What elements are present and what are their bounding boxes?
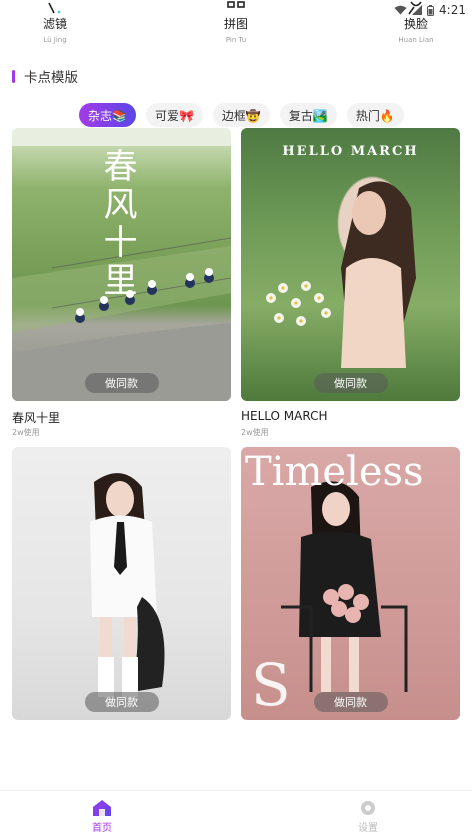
- puzzle-pinyin: Pin Tu: [225, 36, 247, 44]
- puzzle-tool[interactable]: 拼图 Pin Tu: [196, 0, 276, 45]
- filter-icon: [15, 0, 95, 14]
- clock: 4:21: [439, 3, 466, 17]
- section-header: 卡点模版: [12, 67, 78, 86]
- filter-label: 滤镜: [42, 17, 67, 31]
- filter-tool[interactable]: 滤镜 Lü Jing: [15, 0, 95, 45]
- template-thumbnail[interactable]: 春风十里 做同款: [12, 128, 231, 401]
- card-title: 春风十里: [12, 411, 61, 425]
- tab-hot[interactable]: 热门🔥: [346, 103, 404, 127]
- face-swap-pinyin: Huan Lian: [398, 36, 434, 44]
- nav-home[interactable]: 首页: [72, 799, 132, 834]
- tab-magazine[interactable]: 杂志📚: [79, 103, 136, 127]
- home-icon: [93, 800, 111, 816]
- make-same-button[interactable]: 做同款: [313, 692, 388, 712]
- nav-home-label: 首页: [92, 823, 112, 834]
- nav-settings[interactable]: 设置: [338, 799, 398, 834]
- template-thumbnail[interactable]: 做同款: [12, 447, 231, 720]
- template-thumbnail[interactable]: S Timeless 做同款: [241, 447, 460, 720]
- puzzle-icon: [196, 0, 276, 14]
- card-overlay-title: Timeless: [245, 449, 424, 495]
- category-tabs: 杂志📚 可爱🎀 边框🤠 复古🏞️ 热门🔥: [79, 103, 404, 127]
- card-title: HELLO MARCH: [241, 409, 328, 423]
- card-uses: 2w使用: [12, 428, 40, 437]
- filter-pinyin: Lü Jing: [43, 36, 67, 44]
- tab-retro[interactable]: 复古🏞️: [279, 103, 337, 127]
- puzzle-label: 拼图: [223, 17, 248, 31]
- tool-bar: 滤镜 Lü Jing 拼图 Pin Tu 换脸 Huan Lian 4:21: [0, 0, 472, 52]
- make-same-button[interactable]: 做同款: [84, 692, 159, 712]
- nav-settings-label: 设置: [358, 823, 378, 834]
- card-overlay-title: 春风十里: [97, 148, 137, 300]
- bottom-nav: 首页 设置: [0, 790, 472, 840]
- tab-cute[interactable]: 可爱🎀: [145, 103, 203, 127]
- gear-icon: [361, 801, 375, 815]
- face-swap-label: 换脸: [403, 17, 428, 31]
- wifi-icon: [394, 5, 407, 15]
- card-uses: 2w使用: [241, 428, 269, 437]
- tab-border[interactable]: 边框🤠: [212, 103, 270, 127]
- template-thumbnail[interactable]: HELLO MARCH 做同款: [241, 128, 460, 401]
- signal-icon: [412, 5, 423, 15]
- section-accent-bar: [12, 69, 15, 83]
- status-bar: 4:21: [394, 2, 466, 18]
- section-title: 卡点模版: [24, 70, 78, 86]
- svg-text:S: S: [251, 651, 291, 719]
- battery-icon: [427, 4, 435, 16]
- make-same-button[interactable]: 做同款: [84, 373, 159, 393]
- card-overlay-title: HELLO MARCH: [282, 144, 419, 159]
- make-same-button[interactable]: 做同款: [313, 373, 388, 393]
